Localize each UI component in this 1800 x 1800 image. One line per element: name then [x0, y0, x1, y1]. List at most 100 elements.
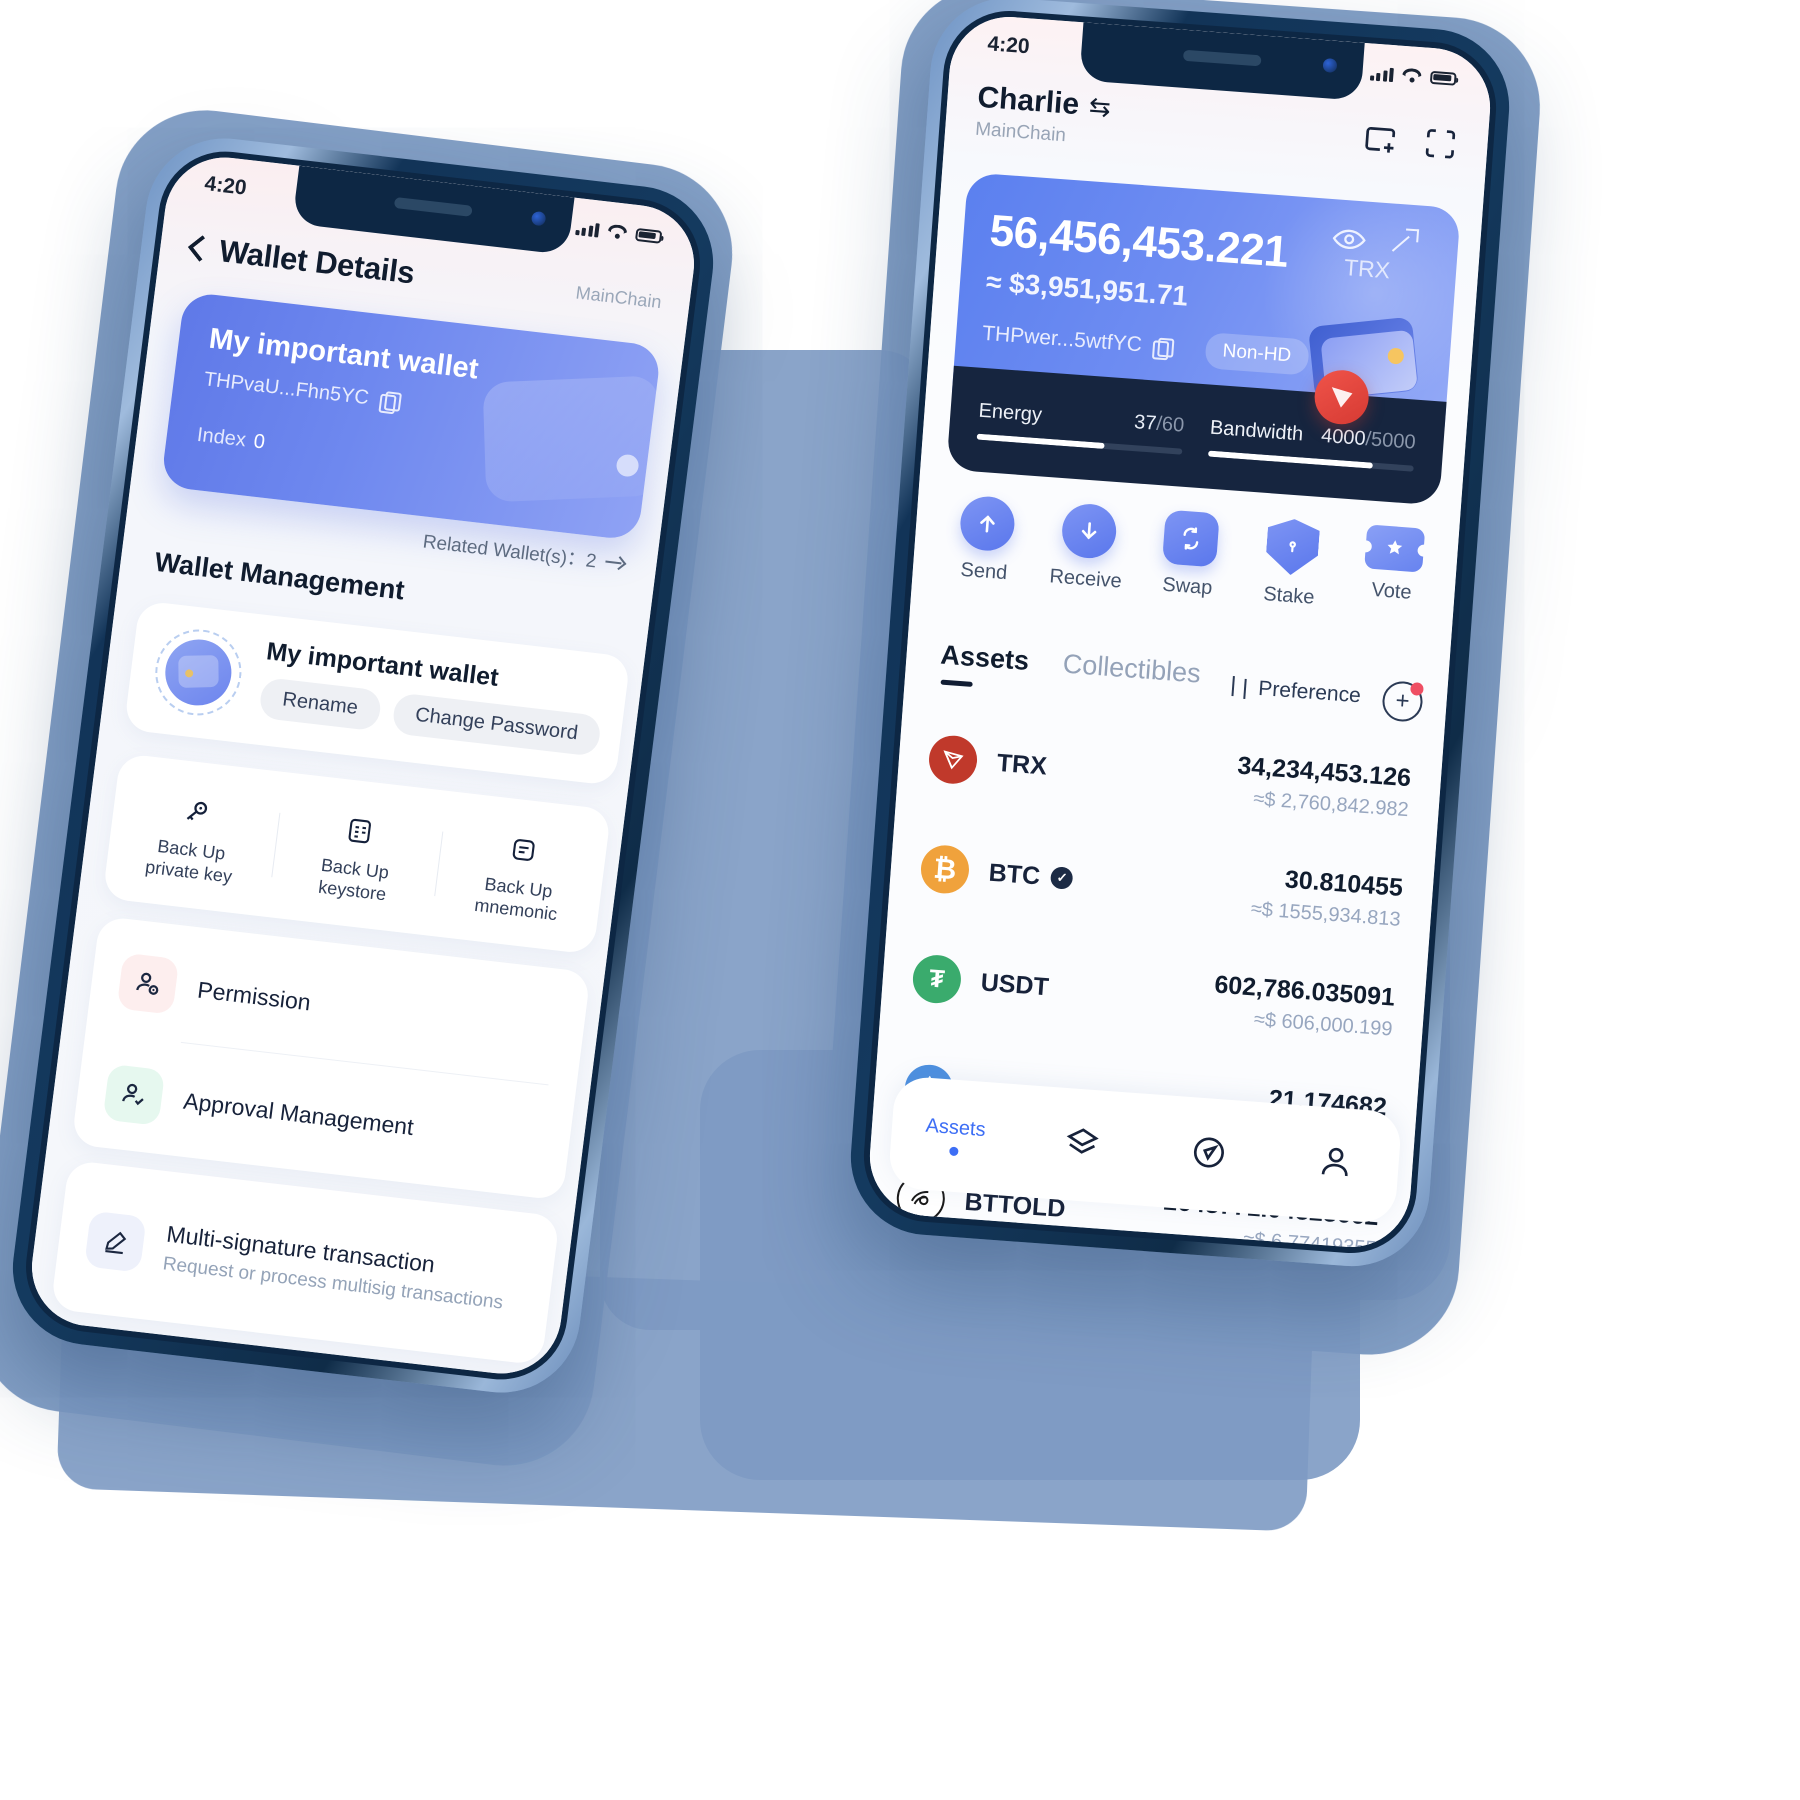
tabbar-item-profile[interactable]	[1270, 1137, 1400, 1191]
status-icons	[1369, 65, 1457, 86]
arrow-right-icon	[605, 555, 625, 569]
front-camera	[530, 210, 547, 227]
asset-list[interactable]: TRX 34,234,453.126 ≈$ 2,760,842.982 ₿ BT…	[877, 701, 1444, 1251]
asset-symbol-btc: BTC ✓	[988, 858, 1074, 893]
phone-right-assets: 4:20 Charlie ⇆ MainChain 56,456,453.221 …	[845, 0, 1515, 1272]
menu-label-approval-management: Approval Management	[182, 1087, 416, 1140]
tabbar-item-assets[interactable]: Assets	[890, 1112, 1020, 1160]
asset-usd-usdt: ≈$ 606,000.199	[1253, 1008, 1394, 1041]
earpiece-speaker	[394, 197, 473, 217]
status-time: 4:20	[986, 32, 1031, 59]
avatar-graphic	[161, 635, 236, 709]
tabbar-label-assets: Assets	[924, 1114, 987, 1141]
header-icon-group	[1360, 119, 1461, 164]
receive-arrow-down-icon	[1060, 502, 1119, 560]
usdt-coin-icon: ₮	[911, 953, 963, 1005]
wallet-action-pills: Rename Change Password	[258, 676, 603, 757]
tabbar-item-layers[interactable]	[1017, 1118, 1147, 1172]
balance-amount: 56,456,453.221	[988, 206, 1290, 277]
asset-usd-trx: ≈$ 2,760,842.982	[1252, 787, 1410, 822]
profile-icon	[1313, 1140, 1356, 1188]
asset-symbol-usdt: USDT	[979, 967, 1050, 1001]
action-label-vote: Vote	[1370, 578, 1413, 604]
copy-icon[interactable]	[1152, 337, 1170, 357]
balance-address: THPwer...5wtfYC	[981, 321, 1143, 357]
asset-amount-btc: 30.810455	[1283, 865, 1404, 902]
rename-button[interactable]: Rename	[258, 676, 383, 732]
pencil-icon	[84, 1210, 147, 1273]
scan-qr-icon[interactable]	[1420, 123, 1461, 164]
balance-unit: TRX	[1343, 254, 1391, 284]
tabbar-item-discover[interactable]	[1143, 1127, 1273, 1181]
sort-icon	[1230, 676, 1250, 699]
chevron-left-icon[interactable]	[187, 235, 205, 263]
action-vote[interactable]: Vote	[1336, 523, 1447, 660]
phone-right-bezel: 4:20 Charlie ⇆ MainChain 56,456,453.221 …	[859, 6, 1501, 1258]
energy-used: 37	[1133, 411, 1158, 435]
screenshot-stage: 4:20 Wallet Details MainChain My importa…	[0, 0, 1800, 1800]
switch-account-icon[interactable]: ⇆	[1088, 90, 1112, 123]
copy-icon[interactable]	[378, 391, 397, 412]
action-stake[interactable]: Stake	[1234, 515, 1345, 652]
earpiece-speaker	[1182, 49, 1262, 67]
wifi-icon	[1402, 68, 1422, 83]
resource-bandwidth[interactable]: Bandwidth 4000/5000	[1207, 416, 1417, 472]
status-time: 4:20	[203, 172, 248, 200]
hd-badge: Non-HD	[1204, 332, 1310, 376]
swap-icon	[1161, 509, 1220, 568]
verified-badge-icon: ✓	[1050, 866, 1074, 890]
add-wallet-icon[interactable]	[1360, 119, 1401, 160]
wifi-icon	[607, 224, 628, 240]
action-swap[interactable]: Swap	[1132, 508, 1243, 645]
wallet-avatar-icon[interactable]	[150, 624, 247, 721]
asset-amount-trx: 34,234,453.126	[1236, 751, 1412, 793]
resource-energy[interactable]: Energy 37/60	[976, 399, 1185, 455]
discover-icon	[1187, 1131, 1230, 1179]
wallet-card-decoration	[482, 375, 662, 503]
approval-user-icon	[102, 1063, 166, 1126]
layers-icon	[1060, 1121, 1103, 1169]
eye-icon[interactable]	[1331, 227, 1367, 251]
wallet-index-value: 0	[252, 430, 267, 454]
front-camera	[1322, 57, 1338, 73]
bandwidth-progress-track	[1207, 450, 1414, 472]
backup-private-key-button[interactable]: Back Up private key	[105, 777, 281, 892]
permission-user-icon	[116, 952, 180, 1015]
bandwidth-progress-fill	[1207, 450, 1373, 469]
balance-address-row[interactable]: THPwer...5wtfYC	[981, 322, 1170, 360]
energy-progress-fill	[976, 433, 1105, 449]
wallet-index-label: Index	[195, 423, 248, 452]
phone-right-screen: 4:20 Charlie ⇆ MainChain 56,456,453.221 …	[865, 12, 1495, 1252]
tab-assets[interactable]: Assets	[940, 640, 1031, 677]
change-password-button[interactable]: Change Password	[390, 692, 603, 757]
asset-symbol-trx: TRX	[995, 748, 1048, 781]
resource-label-bandwidth: Bandwidth	[1209, 416, 1305, 446]
external-link-icon[interactable]	[1391, 228, 1419, 256]
btc-coin-icon: ₿	[919, 843, 971, 896]
account-name: Charlie	[976, 80, 1081, 122]
resource-label-energy: Energy	[977, 399, 1043, 427]
active-indicator-dot	[949, 1146, 959, 1156]
bandwidth-total: 5000	[1370, 428, 1417, 454]
asset-usd-btc: ≈$ 1555,934.813	[1250, 897, 1402, 931]
action-send[interactable]: Send	[929, 493, 1040, 630]
battery-icon	[1429, 70, 1457, 86]
stake-shield-icon	[1265, 517, 1321, 577]
balance-usd: ≈ $3,951,951.71	[985, 265, 1189, 312]
action-label-swap: Swap	[1161, 573, 1214, 600]
page-title: Wallet Details	[217, 233, 417, 291]
action-label-receive: Receive	[1048, 565, 1123, 593]
action-label-send: Send	[959, 558, 1009, 585]
cellular-signal-icon	[1369, 65, 1394, 82]
trx-coin-icon	[927, 734, 979, 786]
cellular-signal-icon	[574, 219, 600, 238]
action-receive[interactable]: Receive	[1031, 500, 1142, 637]
menu-label-permission: Permission	[196, 976, 313, 1015]
wallet-address-row[interactable]: THPvaU...Fhn5YC	[203, 368, 398, 413]
status-icons	[574, 219, 663, 244]
backup-mnemonic-button[interactable]: Back Up mnemonic	[433, 815, 609, 930]
energy-total: 60	[1161, 413, 1185, 437]
backup-keystore-button[interactable]: Back Up keystore	[269, 796, 445, 911]
network-label[interactable]: MainChain	[575, 282, 663, 313]
send-arrow-up-icon	[958, 494, 1017, 553]
